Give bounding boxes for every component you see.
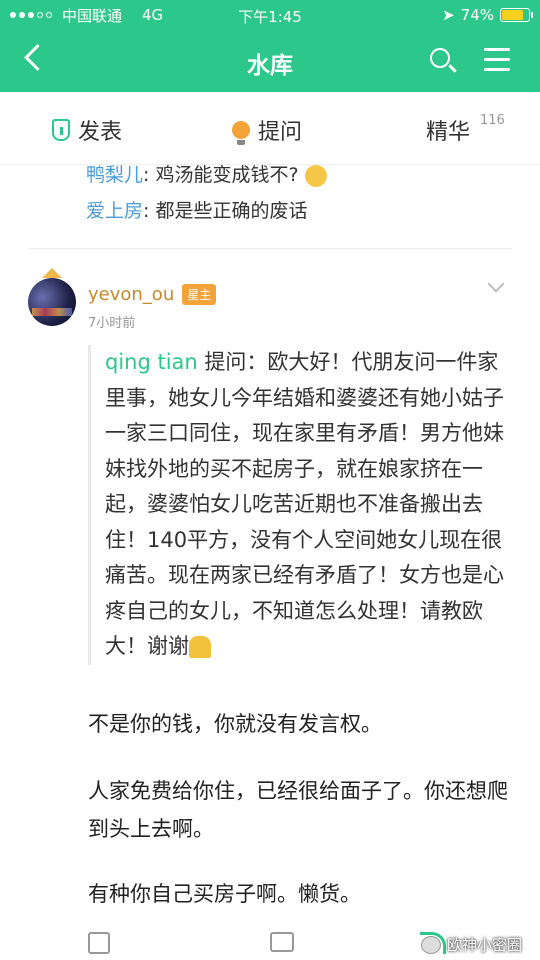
username[interactable]: yevon_ou (88, 284, 174, 305)
app-header: 中国联通 4G 下午1:45 ➤ 74% 水库 (0, 0, 540, 92)
divider (28, 248, 512, 249)
comment-item: 爱上房: 都是些正确的废话 (86, 196, 307, 223)
status-time: 下午1:45 (238, 8, 302, 26)
tab-ask[interactable]: 提问 (232, 114, 302, 146)
tab-publish-label: 发表 (78, 120, 123, 145)
chevron-down-icon[interactable] (487, 275, 505, 293)
tab-ask-label: 提问 (258, 120, 303, 145)
lightbulb-icon (232, 121, 250, 145)
comment-text: : 鸡汤能变成钱不? (143, 164, 299, 186)
action-tabs: 发表 提问 精华 116 (0, 92, 540, 165)
tab-essence-label: 精华 (426, 120, 471, 145)
comment-author[interactable]: 爱上房 (86, 200, 143, 222)
tab-publish[interactable]: 发表 (52, 114, 122, 146)
comment-text: : 都是些正确的废话 (143, 200, 308, 222)
search-icon[interactable] (430, 48, 450, 68)
post-author[interactable]: yevon_ou 星主 (88, 284, 217, 305)
essence-count: 116 (480, 112, 505, 128)
answer-paragraph: 有种你自己买房子啊。懒货。 (88, 882, 361, 906)
battery-icon (500, 8, 533, 22)
thinking-emoji-icon (304, 164, 327, 187)
page-title: 水库 (247, 53, 293, 79)
comment-icon[interactable] (270, 932, 294, 952)
owner-badge: 星主 (182, 284, 217, 305)
pen-icon (52, 119, 70, 141)
answer-paragraph: 不是你的钱，你就没有发言权。 (88, 712, 382, 736)
like-icon[interactable] (88, 932, 110, 954)
quoted-question: qing tian 提问：欧大好！代朋友问一件家里事，她女儿今年结婚和婆婆还有她… (88, 345, 508, 665)
pray-emoji-icon (189, 636, 211, 658)
nav-bar: 水库 (0, 30, 540, 92)
menu-icon[interactable] (484, 48, 510, 78)
watermark-text: 欧神小密圈 (446, 936, 522, 954)
avatar-image (28, 278, 76, 326)
wechat-icon (420, 935, 441, 954)
question-author[interactable]: qing tian (105, 350, 198, 374)
crown-icon (42, 268, 62, 278)
status-bar: 中国联通 4G 下午1:45 ➤ 74% (0, 0, 540, 30)
question-text: 提问：欧大好！代朋友问一件家里事，她女儿今年结婚和婆婆还有她小姑子一家三口同住，… (105, 350, 504, 658)
tab-essence[interactable]: 精华 116 (426, 112, 505, 146)
avatar[interactable] (28, 268, 76, 326)
comment-author[interactable]: 鸭梨儿 (86, 164, 143, 186)
watermark: 欧神小密圈 (420, 934, 522, 955)
answer-paragraph: 人家免费给你住，已经很给面子了。你还想爬到头上去啊。 (88, 779, 508, 841)
post-time: 7小时前 (88, 316, 136, 331)
comment-item: 鸭梨儿: 鸡汤能变成钱不? (86, 160, 327, 187)
battery-fill (502, 10, 523, 20)
post-actions: 欧神小密圈 (0, 926, 540, 960)
